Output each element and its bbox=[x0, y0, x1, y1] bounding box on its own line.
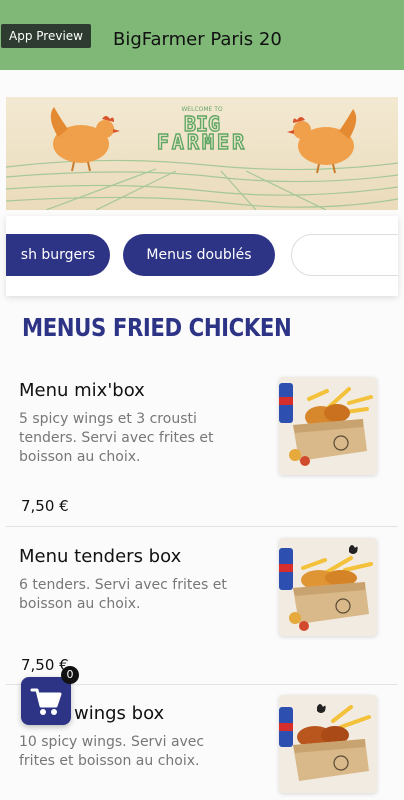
category-pill-label: sh burgers bbox=[20, 247, 96, 263]
chicken-box-image[interactable] bbox=[279, 538, 377, 636]
item-name: wings box bbox=[74, 703, 165, 724]
app-title: BigFarmer Paris 20 bbox=[113, 29, 282, 50]
cart-button[interactable] bbox=[21, 677, 71, 725]
item-description: 10 spicy wings. Servi avec frites et boi… bbox=[19, 734, 205, 769]
item-divider bbox=[6, 526, 398, 527]
chicken-box-image[interactable] bbox=[279, 377, 377, 475]
item-price: 7,50 € bbox=[21, 497, 69, 515]
category-pill-next[interactable] bbox=[291, 234, 398, 276]
cart-icon bbox=[30, 688, 62, 715]
banner-brand-line2: FARMER bbox=[157, 130, 247, 154]
item-description: 6 tenders. Servi avec frites et boisson … bbox=[19, 577, 227, 612]
app-preview-badge: App Preview bbox=[1, 24, 91, 48]
cart-count-badge: 0 bbox=[61, 666, 79, 684]
category-carousel[interactable]: sh burgers Menus doublés bbox=[6, 216, 398, 296]
section-title: MENUS FRIED CHICKEN bbox=[22, 313, 292, 342]
item-name: Menu mix'box bbox=[19, 380, 145, 401]
chicken-box-image[interactable] bbox=[279, 695, 377, 793]
menu-item[interactable]: Menu mix'box 5 spicy wings et 3 crousti … bbox=[0, 377, 404, 527]
app-header: App Preview BigFarmer Paris 20 bbox=[0, 0, 404, 70]
banner-illustration: WELCOME TO BIG FARMER bbox=[6, 97, 398, 210]
item-name: Menu tenders box bbox=[19, 546, 182, 567]
item-description: 5 spicy wings et 3 crousti tenders. Serv… bbox=[19, 411, 214, 465]
category-pill-menus-doubles[interactable]: Menus doublés bbox=[123, 234, 275, 276]
menu-item[interactable]: Menu tenders box 6 tenders. Servi avec f… bbox=[0, 538, 404, 686]
category-pill-fresh-burgers[interactable]: sh burgers bbox=[6, 234, 110, 276]
restaurant-banner: WELCOME TO BIG FARMER bbox=[6, 97, 398, 210]
category-pill-label: Menus doublés bbox=[146, 247, 252, 263]
